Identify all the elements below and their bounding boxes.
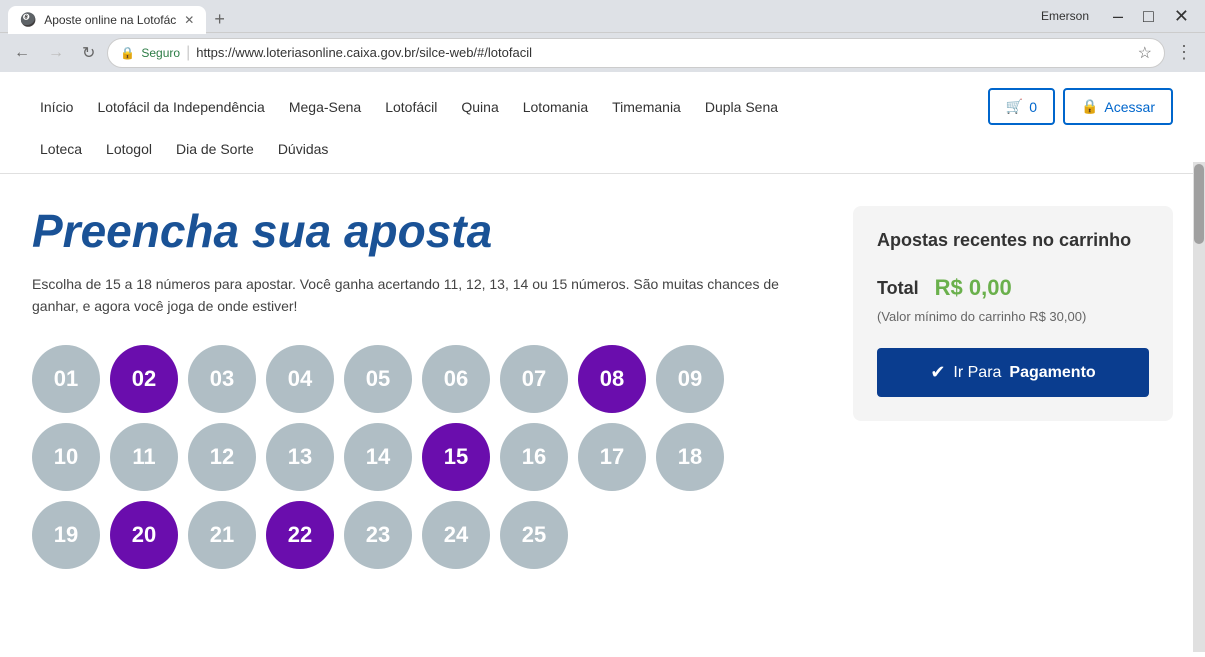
ball-03[interactable]: 03 [188,345,256,413]
address-bar-row: ← → ↻ 🔒 Seguro | https://www.loteriasonl… [0,32,1205,72]
ball-07[interactable]: 07 [500,345,568,413]
ball-10[interactable]: 10 [32,423,100,491]
ball-18[interactable]: 18 [656,423,724,491]
forward-button[interactable]: → [42,40,70,66]
total-value: R$ 0,00 [935,275,1012,301]
browser-window: 🎱 Aposte online na Lotofác ✕ + Emerson –… [0,0,1205,652]
browser-menu-button[interactable]: ⋮ [1171,38,1197,67]
ball-01[interactable]: 01 [32,345,100,413]
nav-lotogol[interactable]: Lotogol [98,137,160,161]
ball-12[interactable]: 12 [188,423,256,491]
nav-bar: Início Lotofácil da Independência Mega-S… [0,72,1205,174]
tab-title: Aposte online na Lotofác [44,13,176,27]
ball-19[interactable]: 19 [32,501,100,569]
active-tab[interactable]: 🎱 Aposte online na Lotofác ✕ [8,6,206,34]
ball-22[interactable]: 22 [266,501,334,569]
ball-17[interactable]: 17 [578,423,646,491]
ball-04[interactable]: 04 [266,345,334,413]
nav-loteca[interactable]: Loteca [32,137,90,161]
ball-16[interactable]: 16 [500,423,568,491]
scrollbar[interactable] [1193,162,1205,652]
nav-duvidas[interactable]: Dúvidas [270,137,337,161]
ball-25[interactable]: 25 [500,501,568,569]
check-icon: ✔ [930,362,945,383]
user-display-name: Emerson [1041,9,1089,23]
cart-panel: Apostas recentes no carrinho Total R$ 0,… [853,206,1173,421]
bookmark-button[interactable]: ☆ [1138,43,1152,63]
total-row: Total R$ 0,00 [877,275,1149,301]
acessar-label: Acessar [1104,99,1155,115]
nav-top-row: Início Lotofácil da Independência Mega-S… [32,72,1173,137]
url-bar[interactable]: https://www.loteriasonline.caixa.gov.br/… [196,45,1131,60]
left-panel: Preencha sua aposta Escolha de 15 a 18 n… [32,206,821,569]
seguro-label: Seguro [141,46,180,60]
ball-09[interactable]: 09 [656,345,724,413]
nav-mega-sena[interactable]: Mega-Sena [281,95,369,119]
back-button[interactable]: ← [8,40,36,66]
nav-lotomania[interactable]: Lotomania [515,95,596,119]
ball-13[interactable]: 13 [266,423,334,491]
tab-close-button[interactable]: ✕ [184,13,194,27]
ball-08[interactable]: 08 [578,345,646,413]
pay-button-text-bold: Pagamento [1009,364,1095,382]
cart-icon: 🛒 [1006,98,1023,115]
nav-inicio[interactable]: Início [32,95,81,119]
page-content: Início Lotofácil da Independência Mega-S… [0,72,1205,652]
close-window-button[interactable]: ✕ [1166,3,1197,29]
nav-timemania[interactable]: Timemania [604,95,689,119]
pay-button[interactable]: ✔ Ir Para Pagamento [877,348,1149,397]
nav-quina[interactable]: Quina [453,95,506,119]
scrollbar-thumb[interactable] [1194,164,1204,244]
minimize-button[interactable]: – [1105,3,1131,29]
description: Escolha de 15 a 18 números para apostar.… [32,273,821,318]
ball-23[interactable]: 23 [344,501,412,569]
acessar-button[interactable]: 🔒 Acessar [1063,88,1173,125]
tab-area: 🎱 Aposte online na Lotofác ✕ + [8,0,1033,34]
ball-24[interactable]: 24 [422,501,490,569]
cart-button[interactable]: 🛒 0 [988,88,1055,125]
address-container: 🔒 Seguro | https://www.loteriasonline.ca… [107,38,1165,68]
window-controls: – □ ✕ [1105,3,1197,29]
balls-grid: 010203040506070809 101112131415161718 1920… [32,345,792,569]
lock-icon: 🔒 [120,46,135,60]
maximize-button[interactable]: □ [1135,3,1162,29]
nav-actions: 🛒 0 🔒 Acessar [988,88,1173,125]
nav-dupla-sena[interactable]: Dupla Sena [697,95,786,119]
main-area: Preencha sua aposta Escolha de 15 a 18 n… [0,174,1205,569]
ball-15[interactable]: 15 [422,423,490,491]
nav-lotofacil-independencia[interactable]: Lotofácil da Independência [89,95,272,119]
nav-lotofacil[interactable]: Lotofácil [377,95,445,119]
nav-bottom-row: Loteca Lotogol Dia de Sorte Dúvidas [32,137,1173,173]
min-cart-note: (Valor mínimo do carrinho R$ 30,00) [877,309,1149,324]
cart-panel-title: Apostas recentes no carrinho [877,230,1149,251]
nav-dia-de-sorte[interactable]: Dia de Sorte [168,137,262,161]
cart-count: 0 [1029,99,1037,115]
ball-11[interactable]: 11 [110,423,178,491]
lock-acessar-icon: 🔒 [1081,98,1098,115]
separator: | [186,44,190,62]
tab-favicon: 🎱 [20,12,36,28]
ball-20[interactable]: 20 [110,501,178,569]
title-bar: 🎱 Aposte online na Lotofác ✕ + Emerson –… [0,0,1205,32]
ball-02[interactable]: 02 [110,345,178,413]
total-label: Total [877,278,919,299]
ball-21[interactable]: 21 [188,501,256,569]
new-tab-button[interactable]: + [206,5,233,34]
page-title: Preencha sua aposta [32,206,821,257]
ball-14[interactable]: 14 [344,423,412,491]
pay-button-text-normal: Ir Para [953,364,1001,382]
reload-button[interactable]: ↻ [76,39,101,67]
ball-05[interactable]: 05 [344,345,412,413]
ball-06[interactable]: 06 [422,345,490,413]
